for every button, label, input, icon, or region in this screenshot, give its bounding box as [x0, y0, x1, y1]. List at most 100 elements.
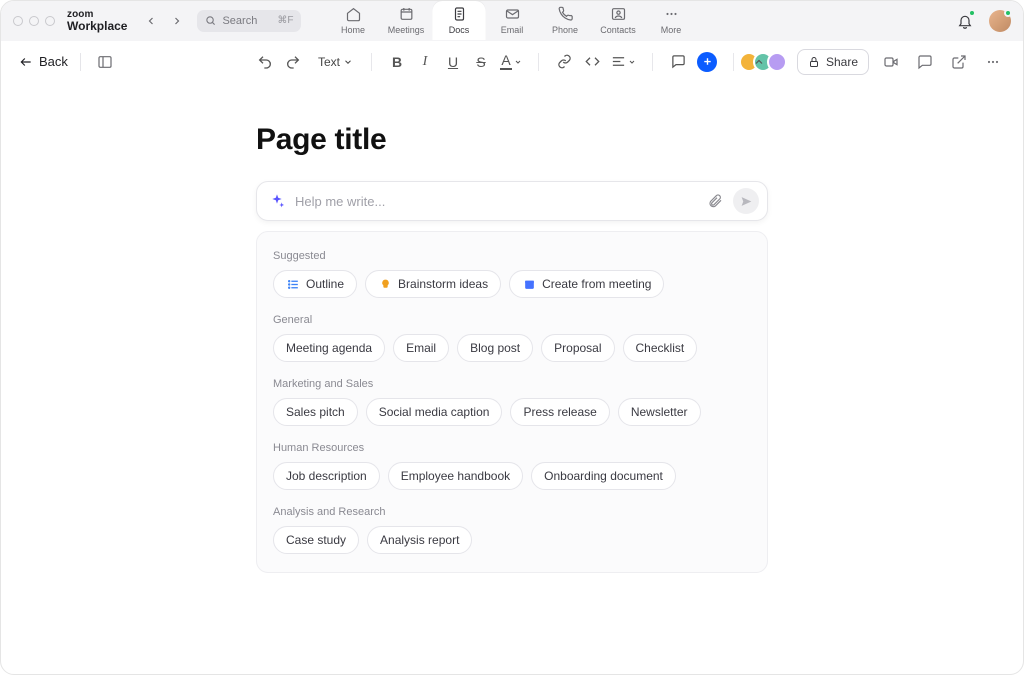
collapse-toolbar-button[interactable]	[746, 49, 772, 75]
separator	[371, 53, 372, 71]
align-icon	[611, 54, 626, 69]
nav-back-button[interactable]	[139, 9, 163, 33]
text-color-button[interactable]: A	[496, 49, 526, 75]
chip-label: Newsletter	[631, 405, 688, 419]
redo-button[interactable]	[280, 49, 306, 75]
text-style-label: Text	[318, 55, 340, 69]
strikethrough-button[interactable]: S	[468, 49, 494, 75]
separator	[652, 53, 653, 71]
category-label-marketing: Marketing and Sales	[273, 378, 751, 390]
comment-button[interactable]	[665, 49, 691, 75]
code-button[interactable]	[579, 49, 605, 75]
send-icon	[740, 195, 753, 208]
align-button[interactable]	[607, 49, 640, 75]
chevron-down-icon	[628, 58, 636, 66]
underline-button[interactable]: U	[440, 49, 466, 75]
chip-employee-handbook[interactable]: Employee handbook	[388, 462, 523, 490]
tab-more-label: More	[661, 25, 682, 35]
chip-onboarding-doc[interactable]: Onboarding document	[531, 462, 676, 490]
chevron-up-icon	[753, 56, 765, 68]
page-title[interactable]: Page title	[256, 123, 768, 157]
category-label-hr: Human Resources	[273, 442, 751, 454]
tab-email-label: Email	[501, 25, 524, 35]
undo-button[interactable]	[252, 49, 278, 75]
brand-top: zoom	[67, 10, 127, 20]
doc-back-label: Back	[39, 54, 68, 69]
chip-outline[interactable]: Outline	[273, 270, 357, 298]
chip-label: Job description	[286, 469, 367, 483]
chip-label: Proposal	[554, 341, 601, 355]
more-icon	[985, 54, 1001, 70]
lightbulb-icon	[378, 277, 392, 291]
tab-home[interactable]: Home	[327, 1, 380, 40]
chip-label: Sales pitch	[286, 405, 345, 419]
chip-label: Case study	[286, 533, 346, 547]
more-options-button[interactable]	[981, 50, 1005, 74]
comment-icon	[671, 54, 686, 69]
chip-newsletter[interactable]: Newsletter	[618, 398, 701, 426]
tab-phone[interactable]: Phone	[539, 1, 592, 40]
ai-compose-field[interactable]	[295, 194, 697, 209]
chip-email[interactable]: Email	[393, 334, 449, 362]
chip-brainstorm[interactable]: Brainstorm ideas	[365, 270, 501, 298]
plus-circle-icon	[697, 52, 717, 72]
tab-more[interactable]: More	[645, 1, 698, 40]
chip-checklist[interactable]: Checklist	[623, 334, 698, 362]
paperclip-icon	[707, 193, 723, 209]
nav-forward-button[interactable]	[165, 9, 189, 33]
tab-docs[interactable]: Docs	[433, 1, 486, 40]
open-external-button[interactable]	[947, 50, 971, 74]
global-search[interactable]: Search ⌘F	[197, 10, 301, 32]
video-button[interactable]	[879, 50, 903, 74]
attach-button[interactable]	[707, 193, 723, 209]
chip-press-release[interactable]: Press release	[510, 398, 609, 426]
chip-case-study[interactable]: Case study	[273, 526, 359, 554]
chip-analysis-report[interactable]: Analysis report	[367, 526, 472, 554]
doc-back-button[interactable]: Back	[19, 54, 68, 69]
search-icon	[205, 15, 216, 26]
separator	[733, 53, 734, 71]
separator	[80, 53, 81, 71]
arrow-left-icon	[19, 55, 33, 69]
chip-sales-pitch[interactable]: Sales pitch	[273, 398, 358, 426]
category-label-general: General	[273, 314, 751, 326]
chat-button[interactable]	[913, 50, 937, 74]
send-button[interactable]	[733, 188, 759, 214]
chip-job-description[interactable]: Job description	[273, 462, 380, 490]
chip-label: Blog post	[470, 341, 520, 355]
external-icon	[951, 54, 967, 70]
notifications-button[interactable]	[953, 9, 977, 33]
redo-icon	[285, 54, 301, 70]
brand-bottom: Workplace	[67, 20, 127, 32]
chip-label: Employee handbook	[401, 469, 510, 483]
search-shortcut: ⌘F	[277, 15, 293, 26]
video-icon	[883, 54, 899, 70]
chip-proposal[interactable]: Proposal	[541, 334, 614, 362]
chevron-down-icon	[514, 58, 522, 66]
insert-button[interactable]	[693, 49, 721, 75]
tab-home-label: Home	[341, 25, 365, 35]
window-traffic-lights[interactable]	[13, 16, 55, 26]
tab-meetings-label: Meetings	[388, 25, 425, 35]
chip-blog-post[interactable]: Blog post	[457, 334, 533, 362]
ai-compose-input[interactable]	[256, 181, 768, 221]
panel-icon	[97, 54, 113, 70]
toggle-sidebar-button[interactable]	[93, 50, 117, 74]
bold-button[interactable]: B	[384, 49, 410, 75]
tab-meetings[interactable]: Meetings	[380, 1, 433, 40]
tab-contacts[interactable]: Contacts	[592, 1, 645, 40]
chip-social-caption[interactable]: Social media caption	[366, 398, 503, 426]
chip-meeting-agenda[interactable]: Meeting agenda	[273, 334, 385, 362]
calendar-icon	[522, 277, 536, 291]
text-style-dropdown[interactable]: Text	[312, 49, 359, 75]
link-button[interactable]	[551, 49, 577, 75]
chip-label: Meeting agenda	[286, 341, 372, 355]
chip-from-meeting[interactable]: Create from meeting	[509, 270, 664, 298]
tab-email[interactable]: Email	[486, 1, 539, 40]
link-icon	[557, 54, 572, 69]
italic-button[interactable]: I	[412, 49, 438, 75]
app-brand: zoom Workplace	[67, 10, 127, 32]
list-icon	[286, 277, 300, 291]
user-avatar[interactable]	[989, 10, 1011, 32]
share-button[interactable]: Share	[797, 49, 869, 75]
